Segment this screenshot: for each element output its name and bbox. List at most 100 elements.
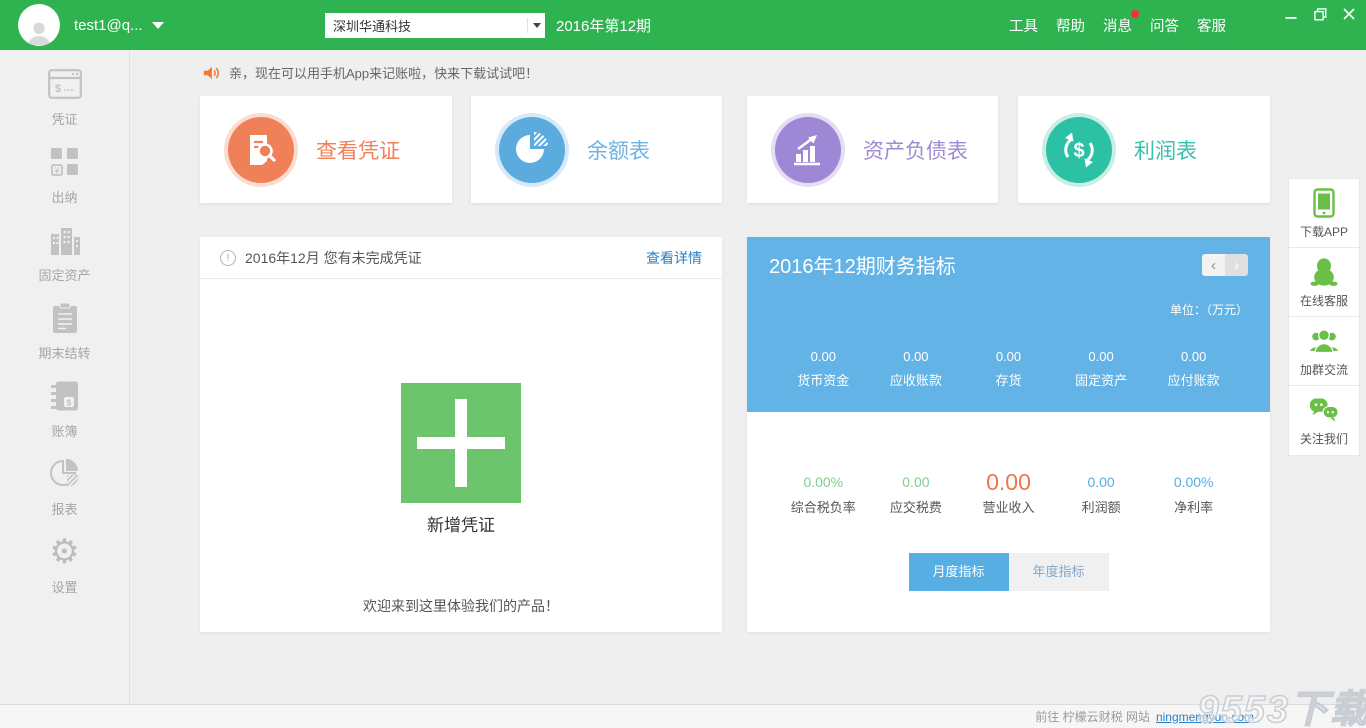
card-assets-liabilities[interactable]: 资产负债表	[747, 96, 998, 203]
notice-text: 亲，现在可以用手机App来记账啦，快来下载试试吧！	[229, 63, 538, 82]
menu-item-support[interactable]: 客服	[1197, 15, 1226, 36]
card-label: 利润表	[1134, 135, 1197, 165]
svg-text:…: …	[63, 82, 74, 94]
voucher-panel: ! 2016年12月 您有未完成凭证 查看详情 新增凭证 欢迎来到这里体验我们的…	[200, 237, 722, 632]
fixed-assets-icon	[48, 223, 82, 257]
ledger-icon: $	[50, 379, 80, 413]
profit-icon: $	[1046, 117, 1112, 183]
card-balance-sheet[interactable]: 余额表	[471, 96, 722, 203]
speaker-icon	[202, 64, 220, 82]
card-view-voucher[interactable]: 查看凭证	[200, 96, 452, 203]
menu-item-tools[interactable]: 工具	[1009, 15, 1038, 36]
welcome-text: 欢迎来到这里体验我们的产品！	[200, 596, 722, 616]
wechat-icon	[1309, 394, 1339, 426]
company-select-value: 深圳华通科技	[333, 16, 411, 35]
company-select[interactable]: 深圳华通科技	[325, 13, 545, 38]
sidebar-item-label: 期末结转	[38, 343, 90, 362]
secondary-metrics-row: 0.00% 综合税负率 0.00 应交税费 0.00 营业收入 0.00 利润额…	[747, 465, 1270, 516]
app-notice: 亲，现在可以用手机App来记账啦，快来下载试试吧！	[202, 63, 538, 82]
metric-receivables: 0.00 应收账款	[870, 347, 963, 389]
avatar[interactable]	[18, 4, 60, 46]
next-period-button[interactable]: ›	[1225, 254, 1248, 276]
sidebar-item-cashier[interactable]: ¥ 出纳	[0, 136, 129, 214]
float-item-label: 在线客服	[1300, 292, 1348, 309]
info-icon: !	[220, 250, 236, 266]
minimize-button[interactable]	[1280, 4, 1302, 24]
float-item-label: 下载APP	[1300, 223, 1348, 240]
add-voucher-button[interactable]	[401, 383, 521, 503]
card-profit[interactable]: $ 利润表	[1018, 96, 1270, 203]
finance-panel-title: 2016年12期财务指标	[769, 250, 956, 279]
assets-liabilities-icon	[775, 117, 841, 183]
sidebar-item-fixed-assets[interactable]: 固定资产	[0, 214, 129, 292]
topbar: test1@q... 深圳华通科技 2016年第12期 工具 帮助 消息 问答 …	[0, 0, 1366, 50]
unit-label: 单位：（万元）	[1170, 301, 1248, 318]
reports-icon	[49, 457, 81, 491]
close-icon	[1343, 8, 1355, 20]
float-item-label: 关注我们	[1300, 430, 1348, 447]
select-arrow-icon	[527, 18, 545, 33]
sidebar-item-label: 出纳	[51, 187, 77, 206]
sidebar-item-settings[interactable]: ⚙ 设置	[0, 526, 129, 604]
restore-button[interactable]	[1309, 4, 1331, 24]
metric-net-margin: 0.00% 净利率	[1147, 465, 1240, 516]
voucher-panel-header: ! 2016年12月 您有未完成凭证 查看详情	[200, 237, 722, 279]
sidebar: $ … 凭证 ¥ 出纳	[0, 50, 130, 704]
svg-text:$: $	[1073, 140, 1084, 162]
close-button[interactable]	[1338, 4, 1360, 24]
metric-payables: 0.00 应付账款	[1147, 347, 1240, 389]
tab-monthly-indicators[interactable]: 月度指标	[909, 553, 1009, 591]
add-voucher-label: 新增凭证	[200, 511, 722, 536]
view-voucher-icon	[228, 117, 294, 183]
account-name: test1@q...	[74, 17, 143, 34]
restore-icon	[1314, 8, 1327, 21]
float-item-label: 加群交流	[1300, 361, 1348, 378]
metric-revenue: 0.00 营业收入	[962, 465, 1055, 516]
metric-fixed-assets: 0.00 固定资产	[1055, 347, 1148, 389]
sidebar-item-label: 凭证	[51, 109, 77, 128]
settings-icon: ⚙	[49, 535, 79, 569]
footer-bar: 前往 柠檬云财税 网站 ningmengyun.com	[0, 704, 1366, 728]
sidebar-item-period-end[interactable]: 期末结转	[0, 292, 129, 370]
indicator-tabs: 月度指标 年度指标	[747, 553, 1270, 591]
finance-panel: 2016年12期财务指标 ‹ › 单位：（万元） 0.00 货币资金 0.00 …	[747, 237, 1270, 632]
voucher-status-text: 2016年12月 您有未完成凭证	[245, 248, 422, 268]
period-label: 2016年第12期	[556, 0, 651, 50]
prev-period-button[interactable]: ‹	[1202, 254, 1225, 276]
group-icon	[1308, 325, 1340, 357]
sidebar-item-voucher[interactable]: $ … 凭证	[0, 58, 129, 136]
online-service-button[interactable]: 在线客服	[1289, 248, 1359, 317]
qq-icon	[1309, 256, 1339, 288]
view-details-link[interactable]: 查看详情	[646, 248, 702, 268]
metric-tax-payable: 0.00 应交税费	[870, 465, 963, 516]
menu-item-qa[interactable]: 问答	[1150, 15, 1179, 36]
join-group-button[interactable]: 加群交流	[1289, 317, 1359, 386]
caret-down-icon	[152, 22, 164, 29]
account-dropdown[interactable]: test1@q...	[74, 0, 164, 50]
card-label: 查看凭证	[316, 135, 400, 165]
sidebar-item-reports[interactable]: 报表	[0, 448, 129, 526]
website-link[interactable]: ningmengyun.com	[1156, 710, 1254, 724]
download-app-button[interactable]: 下载APP	[1289, 179, 1359, 248]
svg-text:$: $	[66, 398, 71, 407]
balance-sheet-icon	[499, 117, 565, 183]
cashier-icon: ¥	[50, 145, 80, 179]
follow-us-button[interactable]: 关注我们	[1289, 386, 1359, 455]
menu-item-messages[interactable]: 消息	[1103, 15, 1132, 36]
primary-metrics-row: 0.00 货币资金 0.00 应收账款 0.00 存货 0.00 固定资产 0.…	[747, 347, 1270, 389]
metric-cash: 0.00 货币资金	[777, 347, 870, 389]
svg-text:¥: ¥	[53, 165, 60, 175]
sidebar-item-label: 报表	[51, 499, 77, 518]
sidebar-item-ledger[interactable]: $ 账簿	[0, 370, 129, 448]
window-controls	[1280, 4, 1360, 24]
phone-icon	[1313, 187, 1335, 219]
notification-dot	[1131, 10, 1139, 18]
card-label: 资产负债表	[863, 135, 968, 165]
menu-item-help[interactable]: 帮助	[1056, 15, 1085, 36]
card-label: 余额表	[587, 135, 650, 165]
tab-yearly-indicators[interactable]: 年度指标	[1009, 553, 1109, 591]
sidebar-item-label: 账簿	[51, 421, 77, 440]
period-end-icon	[51, 301, 79, 335]
svg-text:$: $	[55, 83, 61, 95]
period-pager: ‹ ›	[1202, 254, 1248, 276]
